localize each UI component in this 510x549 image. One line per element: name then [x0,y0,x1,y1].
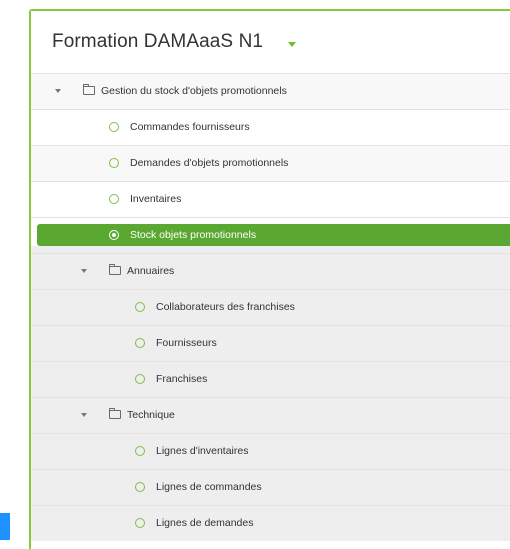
folder-icon [109,408,121,419]
tree-group-label: Gestion du stock d'objets promotionnels [101,85,287,97]
tree-item-commandes-fournisseurs[interactable]: Commandes fournisseurs [31,109,510,145]
tree-item-label: Franchises [156,373,208,385]
tree-item-inventaires[interactable]: Inventaires [31,181,510,217]
scroll-marker[interactable] [0,513,10,540]
circle-icon [135,338,145,348]
tree-item-label: Lignes de commandes [156,481,262,493]
tree-group-gestion-stock[interactable]: Gestion du stock d'objets promotionnels [31,73,510,109]
tree-group-technique[interactable]: Technique [31,397,510,433]
row-spacer [31,217,510,224]
tree-item-label: Lignes de demandes [156,517,254,529]
tree-item-franchises[interactable]: Franchises [31,361,510,397]
tree-item-demandes-objets[interactable]: Demandes d'objets promotionnels [31,145,510,181]
tree-item-label: Lignes d'inventaires [156,445,249,457]
tree-item-collaborateurs[interactable]: Collaborateurs des franchises [31,289,510,325]
folder-icon [83,84,95,95]
row-spacer [31,246,510,253]
chevron-down-icon[interactable] [288,42,296,47]
caret-down-icon[interactable] [81,269,87,273]
app-title[interactable]: Formation DAMAaaS N1 [52,31,263,53]
circle-icon [135,446,145,456]
circle-icon [109,158,119,168]
circle-icon [135,374,145,384]
tree-item-label: Demandes d'objets promotionnels [130,157,289,169]
tree-item-lignes-commandes[interactable]: Lignes de commandes [31,469,510,505]
circle-icon [109,122,119,132]
tree-item-label: Inventaires [130,193,182,205]
tree-item-lignes-inventaires[interactable]: Lignes d'inventaires [31,433,510,469]
tree-item-label: Stock objets promotionnels [130,229,257,241]
radio-selected-icon [109,230,119,240]
tree-item-label: Commandes fournisseurs [130,121,250,133]
tree-group-annuaires[interactable]: Annuaires [31,253,510,289]
tree-item-lignes-demandes[interactable]: Lignes de demandes [31,505,510,541]
circle-icon [135,518,145,528]
folder-icon [109,264,121,275]
caret-down-icon[interactable] [55,89,61,93]
circle-icon [135,482,145,492]
tree-item-fournisseurs[interactable]: Fournisseurs [31,325,510,361]
circle-icon [135,302,145,312]
panel-header: Formation DAMAaaS N1 [31,11,510,73]
tree-group-label: Technique [127,409,175,421]
tree-item-stock-objets-selected[interactable]: Stock objets promotionnels [37,224,510,246]
tree-item-label: Fournisseurs [156,337,217,349]
navigation-panel: Formation DAMAaaS N1 Gestion du stock d'… [29,9,510,549]
circle-icon [109,194,119,204]
tree-group-label: Annuaires [127,265,175,277]
caret-down-icon[interactable] [81,413,87,417]
tree-item-label: Collaborateurs des franchises [156,301,295,313]
